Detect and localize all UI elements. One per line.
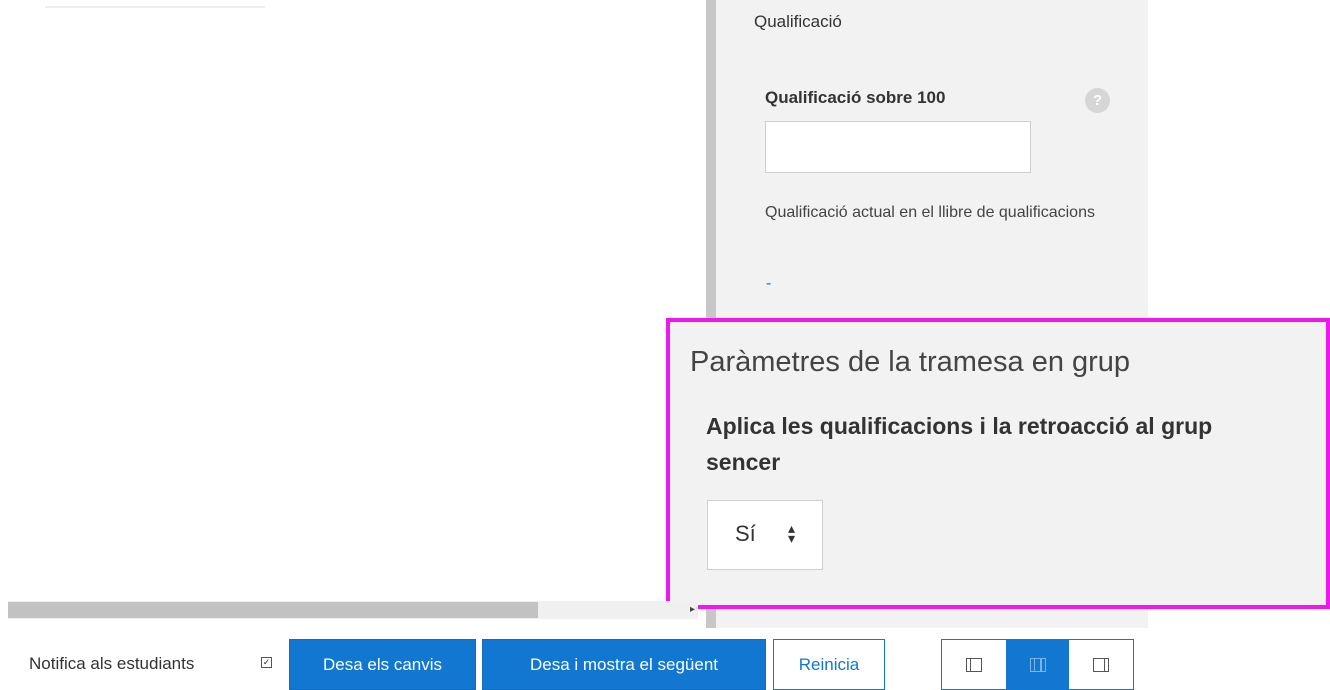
default-layout-icon bbox=[1029, 657, 1046, 672]
reset-button[interactable]: Reinicia bbox=[773, 639, 885, 690]
save-and-next-button[interactable]: Desa i mostra el següent bbox=[482, 639, 766, 690]
select-value: Sí bbox=[735, 521, 756, 546]
current-grade-link[interactable]: - bbox=[766, 275, 771, 293]
apply-to-group-select[interactable]: Sí ▴ ▾ bbox=[707, 500, 823, 570]
select-arrows-icon: ▴ ▾ bbox=[788, 520, 796, 546]
scroll-right-arrow-icon[interactable]: ▸ bbox=[690, 604, 695, 615]
default-layout-button[interactable] bbox=[1005, 640, 1070, 689]
collapse-review-panel-button[interactable] bbox=[942, 640, 1006, 689]
scrollbar-thumb[interactable] bbox=[8, 602, 538, 618]
notify-students-checkbox[interactable]: ✓ bbox=[261, 657, 272, 668]
current-grade-label: Qualificació actual en el llibre de qual… bbox=[765, 204, 1095, 221]
collapse-review-panel-icon bbox=[965, 657, 982, 672]
review-pane bbox=[0, 0, 706, 600]
apply-to-group-label: Aplica les qualificacions i la retroacci… bbox=[706, 413, 1213, 475]
group-submission-settings: Paràmetres de la tramesa en grup Aplica … bbox=[666, 318, 1330, 609]
collapse-grade-panel-button[interactable] bbox=[1069, 640, 1133, 689]
group-settings-heading: Paràmetres de la tramesa en grup bbox=[690, 346, 1131, 378]
grade-out-of-label: Qualificació sobre 100 bbox=[765, 88, 946, 107]
grade-panel-heading: Qualificació bbox=[754, 12, 842, 31]
grade-input[interactable] bbox=[765, 121, 1031, 173]
notify-students-label: Notifica als estudiants bbox=[29, 654, 195, 673]
help-icon[interactable]: ? bbox=[1085, 88, 1110, 113]
save-changes-button[interactable]: Desa els canvis bbox=[289, 639, 476, 690]
layout-toggle-group bbox=[941, 639, 1134, 690]
collapse-grade-panel-icon bbox=[1093, 657, 1110, 672]
grading-interface: Qualificació Qualificació sobre 100 ? Qu… bbox=[0, 0, 1330, 690]
faint-divider bbox=[45, 6, 265, 8]
